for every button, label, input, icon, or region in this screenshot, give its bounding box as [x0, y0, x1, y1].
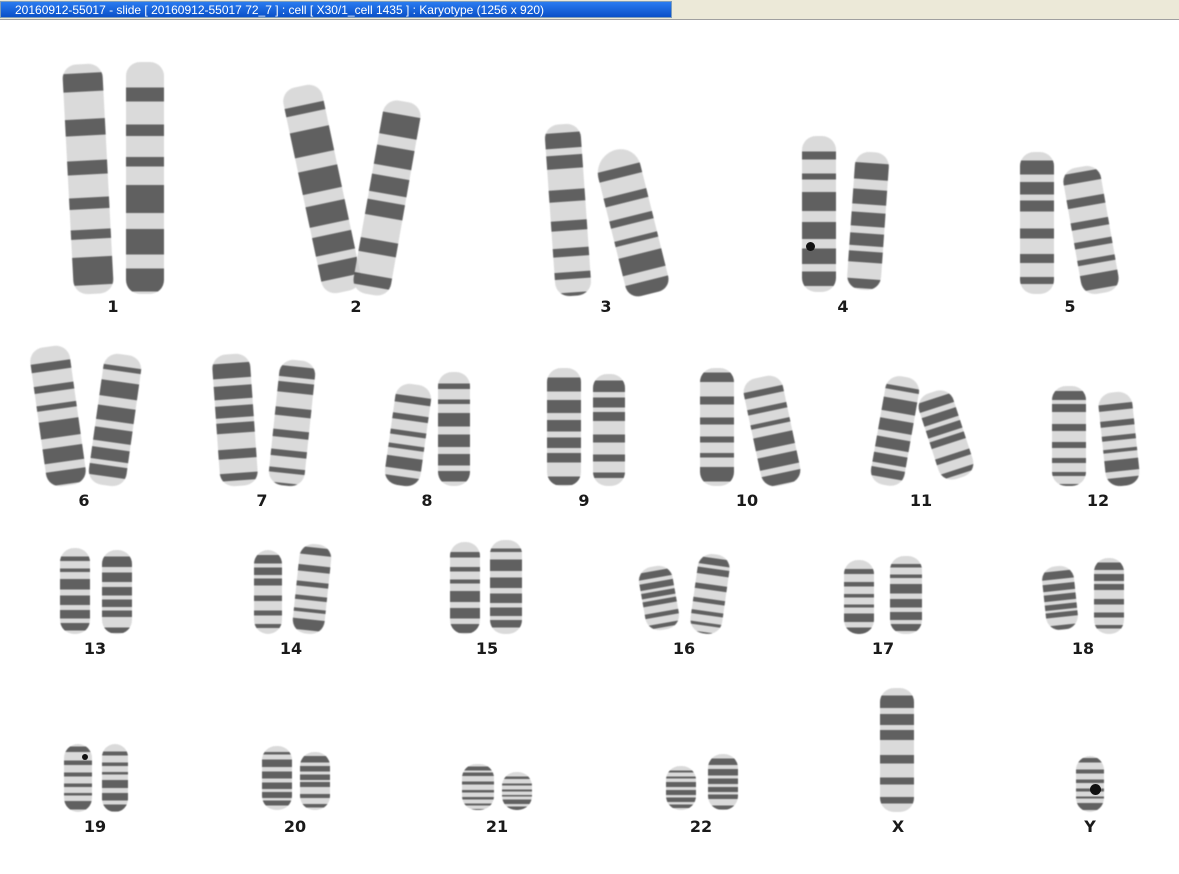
chromosome-y[interactable]: [1076, 756, 1104, 812]
chromosome-label-20: 20: [283, 817, 307, 836]
chromosome-10b[interactable]: [741, 373, 803, 489]
chromosome-label-x: X: [891, 817, 905, 836]
chromosome-4b[interactable]: [846, 150, 890, 292]
chromosome-21b[interactable]: [502, 772, 532, 810]
window-title: 20160912-55017 - slide [ 20160912-55017 …: [15, 3, 545, 17]
chromosome-21a[interactable]: [462, 764, 494, 810]
chromosome-3a[interactable]: [544, 122, 592, 298]
signal-dot: [1090, 784, 1101, 795]
chromosome-9a[interactable]: [547, 368, 581, 486]
chromosome-22b[interactable]: [708, 754, 738, 810]
chromosome-8a[interactable]: [383, 381, 433, 489]
chromosome-15b[interactable]: [490, 540, 522, 634]
chromosome-10a[interactable]: [700, 368, 734, 486]
chromosome-7b[interactable]: [267, 358, 317, 488]
chromosome-label-2: 2: [350, 297, 362, 316]
chromosome-2b[interactable]: [351, 98, 423, 298]
chromosome-6a[interactable]: [28, 343, 88, 489]
chromosome-label-9: 9: [578, 491, 590, 510]
signal-dot: [806, 242, 815, 251]
chromosome-label-5: 5: [1064, 297, 1076, 316]
chromosome-7a[interactable]: [211, 352, 259, 488]
chromosome-14a[interactable]: [254, 550, 282, 634]
chromosome-label-11: 11: [909, 491, 933, 510]
chromosome-18a[interactable]: [1040, 564, 1080, 632]
chromosome-label-13: 13: [83, 639, 107, 658]
chromosome-label-22: 22: [689, 817, 713, 836]
chromosome-3b[interactable]: [592, 144, 672, 300]
chromosome-label-1: 1: [107, 297, 119, 316]
chromosome-label-6: 6: [78, 491, 90, 510]
chromosome-20b[interactable]: [300, 752, 330, 810]
chromosome-13b[interactable]: [102, 550, 132, 634]
window-title-bar[interactable]: 20160912-55017 - slide [ 20160912-55017 …: [0, 1, 672, 18]
chromosome-6b[interactable]: [86, 351, 144, 489]
chromosome-19a[interactable]: [64, 744, 92, 812]
chromosome-label-y: Y: [1084, 817, 1096, 836]
chromosome-20a[interactable]: [262, 746, 292, 810]
chromosome-17a[interactable]: [844, 560, 874, 634]
chromosome-15a[interactable]: [450, 542, 480, 634]
chromosome-14b[interactable]: [291, 542, 333, 636]
chromosome-x[interactable]: [880, 688, 914, 812]
chromosome-label-21: 21: [485, 817, 509, 836]
chromosome-12a[interactable]: [1052, 386, 1086, 486]
chromosome-18b[interactable]: [1094, 558, 1124, 634]
chromosome-22a[interactable]: [666, 766, 696, 810]
chromosome-11a[interactable]: [868, 373, 922, 489]
chromosome-8b[interactable]: [438, 372, 470, 486]
chromosome-2a[interactable]: [280, 82, 364, 296]
chromosome-label-4: 4: [837, 297, 849, 316]
chromosome-label-3: 3: [600, 297, 612, 316]
chromosome-label-10: 10: [735, 491, 759, 510]
chromosome-label-12: 12: [1086, 491, 1110, 510]
chromosome-17b[interactable]: [890, 556, 922, 634]
chromosome-9b[interactable]: [593, 374, 625, 486]
chromosome-11b[interactable]: [914, 386, 978, 484]
chromosome-12b[interactable]: [1097, 390, 1141, 488]
chromosome-label-14: 14: [279, 639, 303, 658]
chromosome-4a[interactable]: [802, 136, 836, 292]
chromosome-5a[interactable]: [1020, 152, 1054, 294]
chromosome-label-16: 16: [672, 639, 696, 658]
signal-dot: [82, 754, 88, 760]
chromosome-label-19: 19: [83, 817, 107, 836]
chromosome-label-17: 17: [871, 639, 895, 658]
chromosome-16a[interactable]: [636, 563, 682, 633]
chromosome-1a[interactable]: [62, 63, 114, 295]
chromosome-16b[interactable]: [688, 552, 732, 636]
chromosome-label-8: 8: [421, 491, 433, 510]
chromosome-label-18: 18: [1071, 639, 1095, 658]
karyotype-panel: 1 2 3 4 5 6 7 8 9 10 11 12 13 14 15 16 1…: [0, 20, 1179, 874]
chromosome-label-15: 15: [475, 639, 499, 658]
chromosome-1b[interactable]: [126, 62, 164, 294]
chromosome-19b[interactable]: [102, 744, 128, 812]
chromosome-5b[interactable]: [1061, 163, 1121, 297]
chromosome-13a[interactable]: [60, 548, 90, 634]
chromosome-label-7: 7: [256, 491, 268, 510]
